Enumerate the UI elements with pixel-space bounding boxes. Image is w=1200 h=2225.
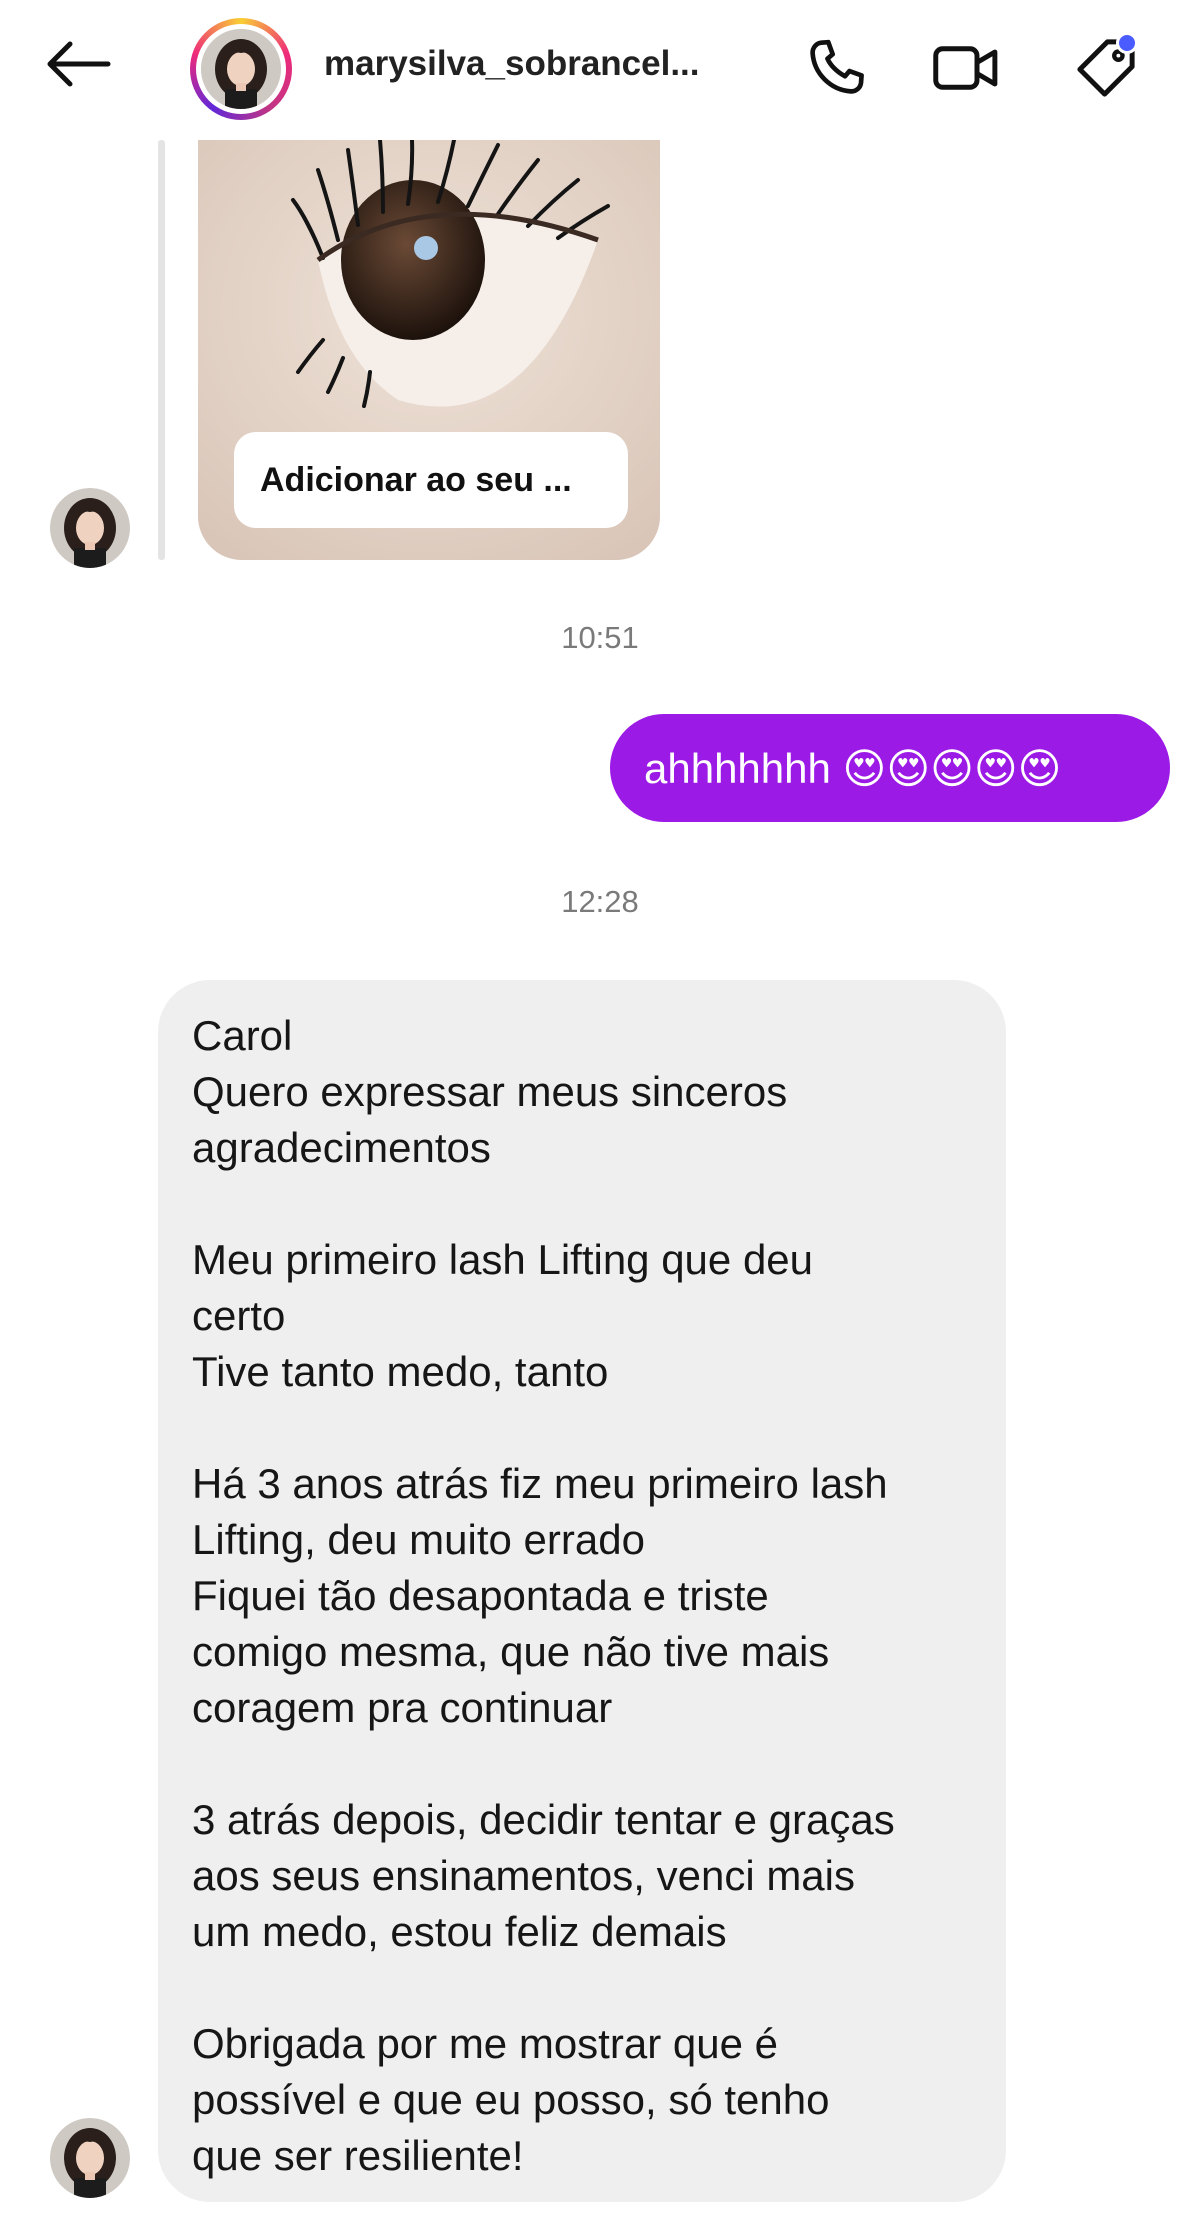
tag-button[interactable] [1068, 30, 1144, 106]
message-line: Lifting, deu muito errado [192, 1516, 645, 1563]
profile-avatar[interactable] [190, 18, 292, 120]
message-line: possível e que eu posso, só tenho [192, 2076, 830, 2123]
timestamp: 12:28 [561, 884, 639, 919]
video-camera-icon [933, 46, 998, 90]
timestamp: 10:51 [561, 620, 639, 655]
chat-username[interactable]: marysilva_sobrancel... [324, 44, 744, 84]
message-line: um medo, estou feliz demais [192, 1908, 727, 1955]
sender-avatar[interactable] [50, 488, 130, 568]
video-call-button[interactable] [928, 30, 1004, 106]
received-message-bubble[interactable]: Carol Quero expressar meus sinceros agra… [158, 980, 1006, 2202]
phone-icon [810, 39, 864, 94]
message-line: Carol [192, 1012, 293, 1059]
add-to-story-button[interactable]: Adicionar ao seu ... [234, 432, 628, 528]
message-line: Obrigada por me mostrar que é [192, 2020, 778, 2067]
message-line: comigo mesma, que não tive mais [192, 1628, 830, 1675]
message-line: aos seus ensinamentos, venci mais [192, 1852, 855, 1899]
message-line [192, 1400, 976, 1456]
sender-avatar[interactable] [50, 2118, 130, 2198]
sent-message-bubble[interactable]: ahhhhhhh 😍😍😍😍😍 [610, 714, 1170, 822]
message-line: agradecimentos [192, 1124, 491, 1171]
message-line [192, 1960, 976, 2016]
message-line: que ser resiliente! [192, 2132, 524, 2179]
message-line: Há 3 anos atrás fiz meu primeiro lash [192, 1460, 888, 1507]
message-line [192, 1736, 976, 1792]
message-line: Fiquei tão desapontada e triste [192, 1572, 769, 1619]
sent-message-text: ahhhhhhh 😍😍😍😍😍 [644, 744, 1062, 792]
message-line: 3 atrás depois, decidir tentar e graças [192, 1796, 895, 1843]
message-line: Meu primeiro lash Lifting que deu [192, 1236, 814, 1283]
message-line: Quero expressar meus sinceros [192, 1068, 788, 1115]
message-line: coragem pra continuar [192, 1684, 613, 1731]
back-button[interactable] [40, 34, 116, 94]
chat-header: marysilva_sobrancel... [0, 0, 1200, 136]
reply-line [158, 140, 165, 560]
notification-dot [1116, 32, 1138, 54]
message-line: certo [192, 1292, 286, 1339]
call-button[interactable] [798, 30, 874, 106]
arrow-left-icon [47, 41, 111, 87]
message-line [192, 1176, 976, 1232]
message-line: Tive tanto medo, tanto [192, 1348, 609, 1395]
